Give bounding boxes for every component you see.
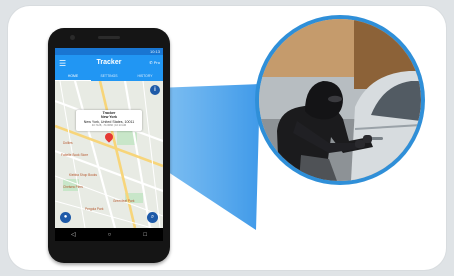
front-camera xyxy=(70,35,75,40)
speaker-grille xyxy=(98,36,120,39)
app-bar: ☰ Tracker ✆ Pro xyxy=(55,55,163,72)
promo-card: 10:13 ☰ Tracker ✆ Pro HOME SETTINGS HIST… xyxy=(8,6,446,270)
status-bar: 10:13 xyxy=(55,48,163,55)
map-label: Kiebba Shop Books xyxy=(69,173,97,177)
map-label: Greenleaf Park xyxy=(113,199,135,203)
search-icon[interactable]: ⌕ xyxy=(147,212,158,223)
back-icon[interactable]: ◁ xyxy=(71,231,76,238)
smartphone: 10:13 ☰ Tracker ✆ Pro HOME SETTINGS HIST… xyxy=(48,28,170,263)
call-button[interactable]: ✆ Pro xyxy=(149,60,160,65)
location-popup[interactable]: Tracker New York New York, United States… xyxy=(76,110,142,131)
map-label: Pergola Park xyxy=(85,207,104,211)
tab-bar: HOME SETTINGS HISTORY xyxy=(55,72,163,81)
map-view[interactable]: Fabelle Book Store Plaza Dr. Dollies Kie… xyxy=(55,81,163,228)
app-title: Tracker xyxy=(96,59,122,66)
tab-settings[interactable]: SETTINGS xyxy=(91,72,127,81)
system-nav-bar: ◁ ○ □ xyxy=(55,228,163,241)
tab-history[interactable]: HISTORY xyxy=(127,72,163,81)
map-label: Dollies xyxy=(63,141,73,145)
map-label: Chelsea Piers xyxy=(63,185,83,189)
user-location-icon[interactable]: ● xyxy=(60,212,71,223)
home-icon[interactable]: ○ xyxy=(108,232,112,238)
phone-screen: 10:13 ☰ Tracker ✆ Pro HOME SETTINGS HIST… xyxy=(55,48,163,241)
recents-icon[interactable]: □ xyxy=(143,232,147,238)
thief-car-illustration xyxy=(259,19,421,181)
thief-photo xyxy=(259,19,421,181)
status-time: 10:13 xyxy=(149,49,160,54)
info-icon[interactable]: i xyxy=(150,85,160,95)
call-label: Pro xyxy=(153,60,160,65)
zoom-circle xyxy=(255,15,425,185)
tab-home[interactable]: HOME xyxy=(55,72,91,81)
map-label: Fabelle Book Store xyxy=(61,153,89,157)
popup-coords: 40.7128, -74.0060 | 10:13 AM xyxy=(91,124,127,128)
